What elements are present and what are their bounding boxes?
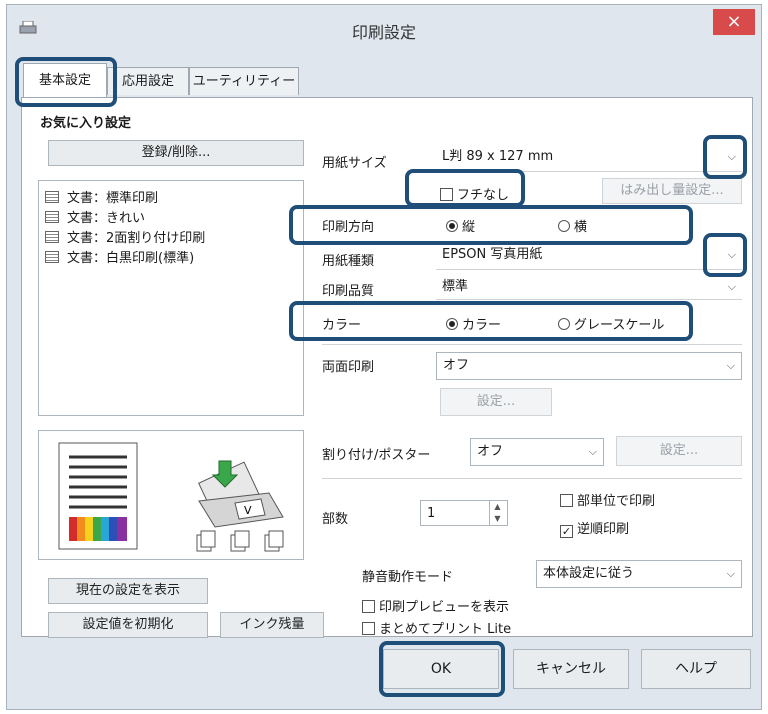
show-current-settings-button[interactable]: 現在の設定を表示 [48,578,208,604]
page-preview-graphic: V [58,442,284,552]
multipage-label: 割り付け/ポスター [322,448,431,463]
highlight-orientation [289,205,693,245]
document-icon [45,231,59,243]
spin-arrows-icon[interactable]: ▲ ▼ [489,501,505,525]
divider [322,344,742,345]
list-item[interactable]: 文書：2面割り付け印刷 [45,227,205,246]
favorites-heading: お気に入り設定 [40,116,132,131]
cancel-button[interactable]: キャンセル [513,649,629,689]
quiet-mode-label: 静音動作モード [362,570,454,585]
tab-advanced[interactable]: 応用設定 [107,67,189,95]
copies-input[interactable]: 1 ▲ ▼ [420,500,508,526]
list-item[interactable]: 文書：標準印刷 [45,187,158,206]
paper-type-select[interactable]: EPSON 写真用紙 ⌵ [436,242,742,270]
basic-settings-panel: お気に入り設定 登録/削除... 文書：標準印刷 文書：きれい 文書：2面割り付… [21,97,753,638]
divider [322,478,742,479]
highlight-paper-size-dropdown [703,135,747,179]
expansion-settings-button[interactable]: はみ出し量設定... [602,178,742,204]
checkbox-box[interactable] [362,622,375,635]
collate-checkbox[interactable]: 部単位で印刷 [560,490,655,509]
printer-icon: V [198,460,284,528]
chevron-down-icon[interactable]: ⌵ [727,353,735,379]
help-button[interactable]: ヘルプ [641,649,751,689]
paper-size-select[interactable]: L判 89 x 127 mm ⌵ [436,144,742,172]
reset-defaults-button[interactable]: 設定値を初期化 [48,612,208,638]
tab-basic[interactable]: 基本設定 [23,63,107,97]
print-lite-checkbox[interactable]: まとめてプリント Lite [362,618,511,637]
copies-label: 部数 [322,512,349,527]
document-icon [45,191,59,203]
ink-levels-button[interactable]: インク残量 [220,612,324,638]
list-item[interactable]: 文書：きれい [45,207,145,226]
checkmark-icon[interactable]: ✓ [560,525,573,538]
duplex-label: 両面印刷 [322,360,375,375]
paper-size-label: 用紙サイズ [322,156,387,171]
window-title: 印刷設定 [351,23,416,42]
close-button[interactable]: × [713,9,755,35]
checkbox-box[interactable] [362,600,375,613]
page-order-icon [196,530,284,552]
paper-type-label: 用紙種類 [322,254,375,269]
document-icon [45,211,59,223]
checkbox-box[interactable] [560,494,573,507]
chevron-down-icon[interactable]: ⌵ [589,439,597,465]
multipage-settings-button[interactable]: 設定... [616,436,742,466]
document-icon [45,251,59,263]
highlight-color [289,301,693,341]
print-preview-area: V [38,430,304,560]
highlight-ok [379,641,505,697]
print-quality-label: 印刷品質 [322,284,375,299]
tab-utility[interactable]: ユーティリティー [189,67,299,95]
title-bar: 印刷設定 × [7,5,761,51]
print-preview-checkbox[interactable]: 印刷プレビューを表示 [362,596,509,615]
highlight-paper-type-dropdown [703,233,747,277]
quiet-mode-select[interactable]: 本体設定に従う ⌵ [536,560,742,588]
print-quality-select[interactable]: 標準 ⌵ [436,274,742,300]
chevron-down-icon[interactable]: ⌵ [728,274,736,300]
multipage-select[interactable]: オフ ⌵ [470,438,604,466]
duplex-select[interactable]: オフ ⌵ [436,352,742,380]
chevron-down-icon[interactable]: ⌵ [727,561,735,587]
print-settings-window: 印刷設定 × 基本設定 応用設定 ユーティリティー お気に入り設定 登録/削除.… [6,4,762,710]
register-delete-button[interactable]: 登録/削除... [48,140,304,166]
favorites-list: 文書：標準印刷 文書：きれい 文書：2面割り付け印刷 文書：白黒印刷(標準) [38,180,304,416]
list-item[interactable]: 文書：白黒印刷(標準) [45,247,194,266]
duplex-settings-button[interactable]: 設定... [440,388,552,416]
reverse-order-checkbox[interactable]: ✓ 逆順印刷 [560,518,629,538]
svg-text:V: V [244,504,252,517]
highlight-borderless [405,169,525,207]
